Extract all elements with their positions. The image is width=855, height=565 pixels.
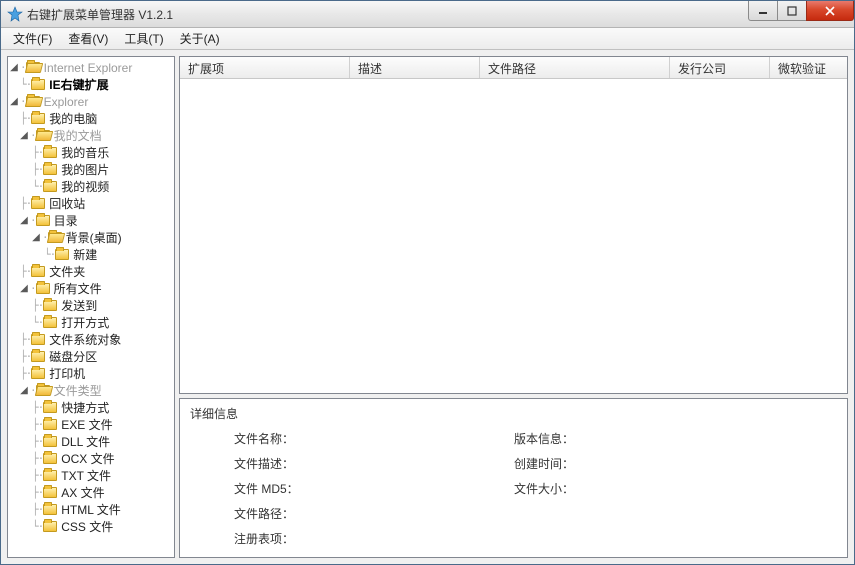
folder-icon <box>55 249 69 260</box>
tree-panel[interactable]: ◢ · Internet Explorer └· IE右键扩展 ◢ · <box>7 56 175 558</box>
window-title: 右键扩展菜单管理器 V1.2.1 <box>27 6 173 23</box>
tree-node-explorer[interactable]: ◢ · Explorer <box>8 93 174 110</box>
folder-icon <box>43 521 57 532</box>
detail-created: 创建时间： <box>514 455 574 472</box>
folder-icon <box>43 504 57 515</box>
folder-icon <box>43 470 57 481</box>
detail-file-path: 文件路径： <box>234 505 514 522</box>
folder-icon <box>31 79 45 90</box>
col-ext[interactable]: 扩展项 <box>180 57 350 78</box>
detail-reg-key: 注册表项： <box>234 530 514 547</box>
tree-node-my-pics[interactable]: ├· 我的图片 <box>8 161 174 178</box>
folder-icon <box>43 317 57 328</box>
detail-file-desc: 文件描述： <box>234 455 514 472</box>
tree-node-ocx[interactable]: ├· OCX 文件 <box>8 450 174 467</box>
detail-panel: 详细信息 文件名称： 文件描述： 文件 MD5： 文件路径： 注册表项： 版本信… <box>179 398 848 558</box>
collapse-icon[interactable]: ◢ <box>30 232 42 243</box>
tree-node-my-music[interactable]: ├· 我的音乐 <box>8 144 174 161</box>
tree-node-my-docs[interactable]: ◢· 我的文档 <box>8 127 174 144</box>
detail-version: 版本信息： <box>514 430 574 447</box>
collapse-icon[interactable]: ◢ <box>18 130 30 141</box>
right-side: 扩展项 描述 文件路径 发行公司 微软验证 详细信息 文件名称： 文件描述： 文… <box>179 56 848 558</box>
folder-open-icon <box>26 62 40 73</box>
menu-view[interactable]: 查看(V) <box>60 28 116 49</box>
folder-icon <box>31 198 45 209</box>
content-area: ◢ · Internet Explorer └· IE右键扩展 ◢ · <box>1 50 854 564</box>
list-body[interactable] <box>180 79 847 393</box>
tree-node-directory[interactable]: ◢· 目录 <box>8 212 174 229</box>
detail-title: 详细信息 <box>190 405 837 422</box>
list-panel[interactable]: 扩展项 描述 文件路径 发行公司 微软验证 <box>179 56 848 394</box>
tree-node-fs-objects[interactable]: ├· 文件系统对象 <box>8 331 174 348</box>
folder-icon <box>31 368 45 379</box>
col-path[interactable]: 文件路径 <box>480 57 670 78</box>
tree-node-my-computer[interactable]: ├· 我的电脑 <box>8 110 174 127</box>
collapse-icon[interactable]: ◢ <box>8 62 20 73</box>
folder-icon <box>43 487 57 498</box>
tree-node-background[interactable]: ◢· 背景(桌面) <box>8 229 174 246</box>
minimize-button[interactable] <box>748 1 778 21</box>
col-publisher[interactable]: 发行公司 <box>670 57 770 78</box>
app-icon <box>7 6 23 22</box>
folder-open-icon <box>36 385 50 396</box>
tree-node-ax[interactable]: ├· AX 文件 <box>8 484 174 501</box>
tree-node-recycle[interactable]: ├· 回收站 <box>8 195 174 212</box>
tree-node-all-files[interactable]: ◢· 所有文件 <box>8 280 174 297</box>
folder-icon <box>36 215 50 226</box>
close-button[interactable] <box>806 1 854 21</box>
maximize-button[interactable] <box>777 1 807 21</box>
detail-size: 文件大小： <box>514 480 574 497</box>
tree-node-disk-part[interactable]: ├· 磁盘分区 <box>8 348 174 365</box>
collapse-icon[interactable]: ◢ <box>8 96 20 107</box>
tree-node-shortcut[interactable]: ├· 快捷方式 <box>8 399 174 416</box>
folder-icon <box>31 334 45 345</box>
folder-open-icon <box>26 96 40 107</box>
folder-icon <box>43 402 57 413</box>
folder-icon <box>43 453 57 464</box>
menu-tools[interactable]: 工具(T) <box>116 28 171 49</box>
collapse-icon[interactable]: ◢ <box>18 385 30 396</box>
menu-about[interactable]: 关于(A) <box>172 28 228 49</box>
folder-icon <box>43 164 57 175</box>
titlebar[interactable]: 右键扩展菜单管理器 V1.2.1 <box>1 1 854 28</box>
tree-node-send-to[interactable]: ├· 发送到 <box>8 297 174 314</box>
detail-file-name: 文件名称： <box>234 430 514 447</box>
folder-icon <box>43 419 57 430</box>
tree-node-css[interactable]: └· CSS 文件 <box>8 518 174 535</box>
folder-icon <box>31 113 45 124</box>
tree-node-exe[interactable]: ├· EXE 文件 <box>8 416 174 433</box>
tree-node-ie-ext[interactable]: └· IE右键扩展 <box>8 76 174 93</box>
menubar: 文件(F) 查看(V) 工具(T) 关于(A) <box>1 28 854 50</box>
app-window: 右键扩展菜单管理器 V1.2.1 文件(F) 查看(V) 工具(T) 关于(A)… <box>0 0 855 565</box>
tree-node-ie[interactable]: ◢ · Internet Explorer <box>8 59 174 76</box>
tree-node-open-with[interactable]: └· 打开方式 <box>8 314 174 331</box>
tree-node-my-vids[interactable]: └· 我的视频 <box>8 178 174 195</box>
folder-icon <box>31 266 45 277</box>
column-headers: 扩展项 描述 文件路径 发行公司 微软验证 <box>180 57 847 79</box>
folder-icon <box>43 300 57 311</box>
folder-icon <box>36 283 50 294</box>
folder-icon <box>43 436 57 447</box>
collapse-icon[interactable]: ◢ <box>18 283 30 294</box>
collapse-icon[interactable]: ◢ <box>18 215 30 226</box>
menu-file[interactable]: 文件(F) <box>5 28 60 49</box>
detail-file-md5: 文件 MD5： <box>234 480 514 497</box>
tree-node-folder[interactable]: ├· 文件夹 <box>8 263 174 280</box>
folder-open-icon <box>36 130 50 141</box>
tree-node-dll[interactable]: ├· DLL 文件 <box>8 433 174 450</box>
folder-icon <box>31 351 45 362</box>
tree-node-file-types[interactable]: ◢· 文件类型 <box>8 382 174 399</box>
folder-icon <box>43 181 57 192</box>
tree-node-new[interactable]: └· 新建 <box>8 246 174 263</box>
tree-node-txt[interactable]: ├· TXT 文件 <box>8 467 174 484</box>
col-verified[interactable]: 微软验证 <box>770 57 847 78</box>
folder-open-icon <box>48 232 62 243</box>
window-controls <box>749 1 854 27</box>
folder-icon <box>43 147 57 158</box>
tree-node-printer[interactable]: ├· 打印机 <box>8 365 174 382</box>
col-desc[interactable]: 描述 <box>350 57 480 78</box>
tree-node-html[interactable]: ├· HTML 文件 <box>8 501 174 518</box>
